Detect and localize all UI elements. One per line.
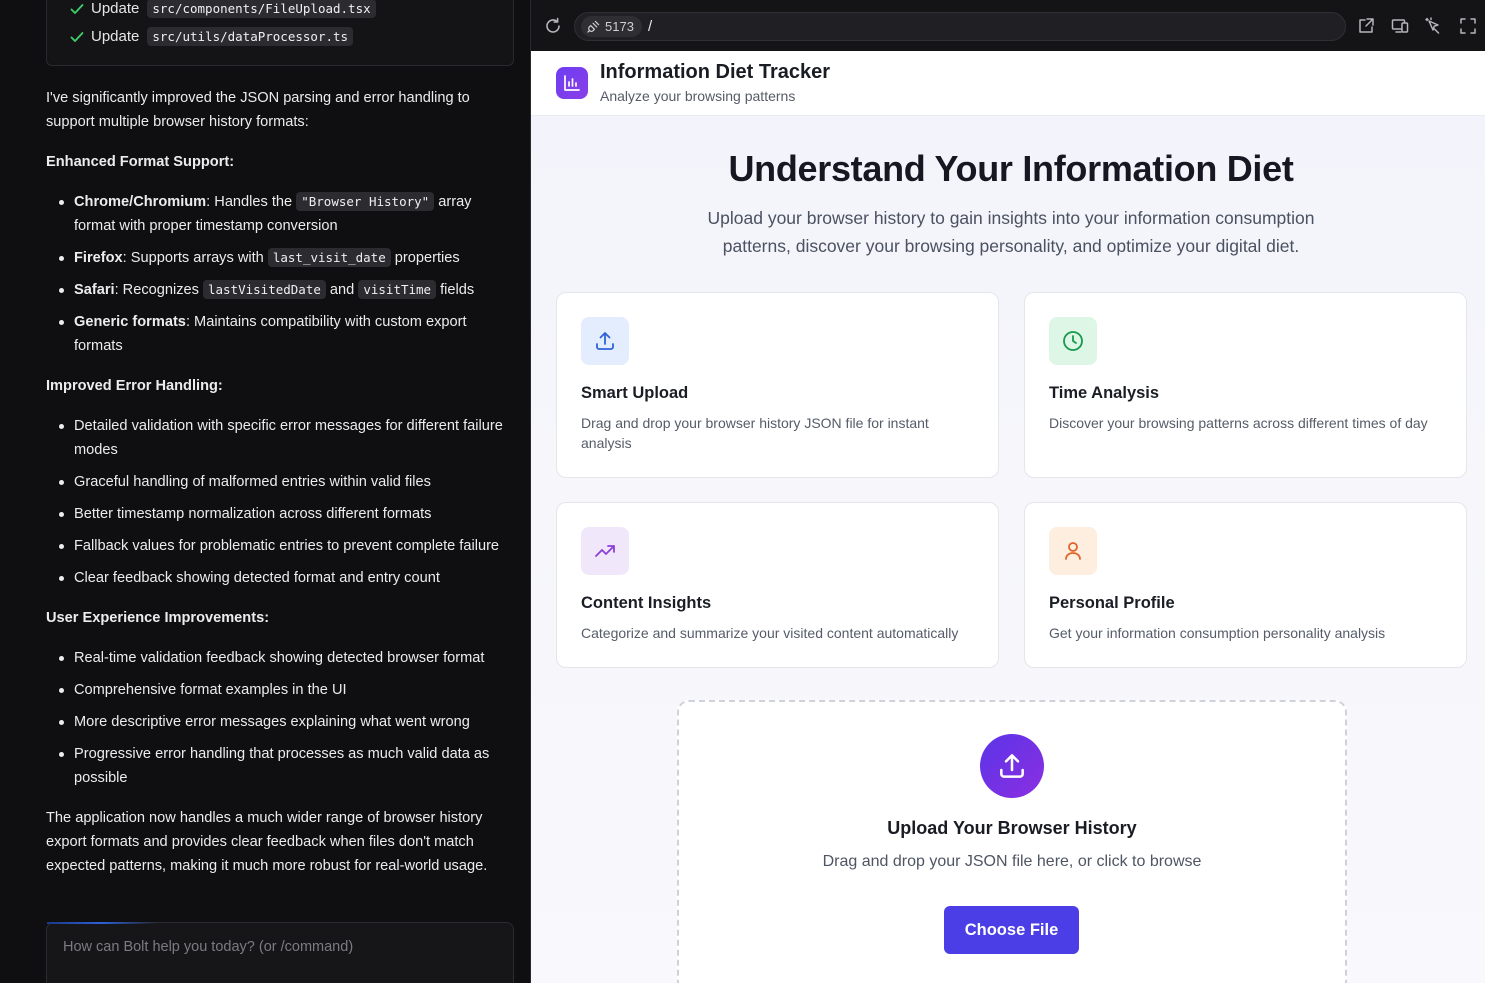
upload-icon — [596, 332, 614, 350]
file-update-row[interactable]: Update src/utils/dataProcessor.ts — [69, 27, 354, 46]
list-item: Better timestamp normalization across di… — [46, 502, 516, 526]
section-heading: Enhanced Format Support: — [46, 154, 235, 170]
upload-dropzone[interactable]: Upload Your Browser History Drag and dro… — [677, 700, 1347, 983]
app-header: Information Diet Tracker Analyze your br… — [531, 51, 1485, 116]
file-update-row[interactable]: Update src/components/FileUpload.tsx — [69, 0, 376, 18]
feature-card-personal-profile: Personal Profile Get your information co… — [1024, 502, 1467, 668]
port-number: 5173 — [605, 19, 634, 34]
list-item: Graceful handling of malformed entries w… — [46, 470, 516, 494]
hero-title: Understand Your Information Diet — [728, 148, 1294, 189]
file-action: Update — [91, 28, 140, 45]
list-item: Progressive error handling that processe… — [46, 742, 516, 790]
list-item: Safari: Recognizes lastVisitedDate and v… — [46, 278, 516, 302]
feature-description: Categorize and summarize your visited co… — [581, 625, 959, 641]
inspect-cursor-icon[interactable] — [1425, 17, 1443, 35]
list-item: Real-time validation feedback showing de… — [46, 646, 516, 670]
main-content: Understand Your Information Diet Upload … — [531, 116, 1485, 983]
check-icon — [70, 3, 84, 14]
list-item: Firefox: Supports arrays with last_visit… — [46, 246, 516, 270]
list-item: Detailed validation with specific error … — [46, 414, 516, 462]
ux-improvements-list: Real-time validation feedback showing de… — [46, 646, 516, 790]
app-logo — [556, 67, 588, 99]
address-bar[interactable]: 5173 / — [574, 12, 1346, 41]
preview-toolbar: 5173 / — [531, 0, 1485, 51]
port-selector[interactable]: 5173 — [581, 16, 642, 37]
format-support-list: Chrome/Chromium: Handles the "Browser Hi… — [46, 190, 516, 358]
file-path: src/utils/dataProcessor.ts — [147, 27, 354, 46]
feature-card-content-insights: Content Insights Categorize and summariz… — [556, 502, 999, 668]
prompt-box[interactable] — [46, 922, 514, 983]
feature-title: Personal Profile — [1049, 594, 1175, 612]
clock-icon — [1063, 331, 1083, 351]
url-path[interactable]: / — [648, 18, 652, 35]
section-heading: User Experience Improvements: — [46, 610, 270, 626]
app-title: Information Diet Tracker — [600, 61, 831, 83]
prompt-input[interactable] — [63, 939, 493, 955]
feature-title: Content Insights — [581, 594, 712, 612]
feature-description: Drag and drop your browser history JSON … — [581, 415, 929, 451]
message-outro: The application now handles a much wider… — [46, 810, 488, 874]
list-item: Fallback values for problematic entries … — [46, 534, 516, 558]
list-item: Clear feedback showing detected format a… — [46, 566, 516, 590]
assistant-message: I've significantly improved the JSON par… — [46, 86, 516, 894]
feature-icon-badge — [1049, 317, 1097, 365]
feature-description: Get your information consumption persona… — [1049, 625, 1386, 641]
feature-icon-badge — [581, 527, 629, 575]
changed-files-box: Update src/components/FileUpload.tsx Upd… — [46, 0, 514, 66]
list-item: Chrome/Chromium: Handles the "Browser Hi… — [46, 190, 516, 238]
upload-icon — [1000, 754, 1024, 778]
upload-subtitle: Drag and drop your JSON file here, or cl… — [822, 853, 1202, 870]
feature-card-time-analysis: Time Analysis Discover your browsing pat… — [1024, 292, 1467, 478]
choose-file-button[interactable]: Choose File — [944, 906, 1079, 954]
file-path: src/components/FileUpload.tsx — [147, 0, 376, 18]
device-toggle-icon[interactable] — [1391, 17, 1409, 35]
upload-badge — [980, 734, 1044, 798]
feature-icon-badge — [1049, 527, 1097, 575]
feature-card-smart-upload: Smart Upload Drag and drop your browser … — [556, 292, 999, 478]
reload-icon[interactable] — [543, 16, 563, 36]
feature-icon-badge — [581, 317, 629, 365]
upload-title: Upload Your Browser History — [887, 818, 1137, 838]
message-intro: I've significantly improved the JSON par… — [46, 90, 470, 130]
hero-subtitle: Upload your browser history to gain insi… — [707, 208, 1315, 256]
feature-title: Smart Upload — [581, 384, 689, 402]
app-subtitle: Analyze your browsing patterns — [600, 88, 796, 104]
feature-title: Time Analysis — [1049, 384, 1160, 402]
chat-panel: Update src/components/FileUpload.tsx Upd… — [0, 0, 530, 983]
check-icon — [70, 31, 84, 42]
list-item: More descriptive error messages explaini… — [46, 710, 516, 734]
preview-pane: 5173 / Information Diet Tracker Analyze … — [530, 0, 1485, 983]
bar-chart-icon — [564, 75, 580, 91]
list-item: Generic formats: Maintains compatibility… — [46, 310, 516, 358]
prompt-accent-line — [47, 922, 157, 924]
error-handling-list: Detailed validation with specific error … — [46, 414, 516, 590]
user-icon — [1065, 542, 1081, 560]
trending-up-icon — [595, 545, 615, 557]
feature-description: Discover your browsing patterns across d… — [1049, 415, 1428, 431]
section-heading: Improved Error Handling: — [46, 378, 223, 394]
open-external-icon[interactable] — [1357, 17, 1375, 35]
list-item: Comprehensive format examples in the UI — [46, 678, 516, 702]
fullscreen-icon[interactable] — [1459, 17, 1477, 35]
plug-icon — [587, 20, 600, 33]
file-action: Update — [91, 0, 140, 17]
